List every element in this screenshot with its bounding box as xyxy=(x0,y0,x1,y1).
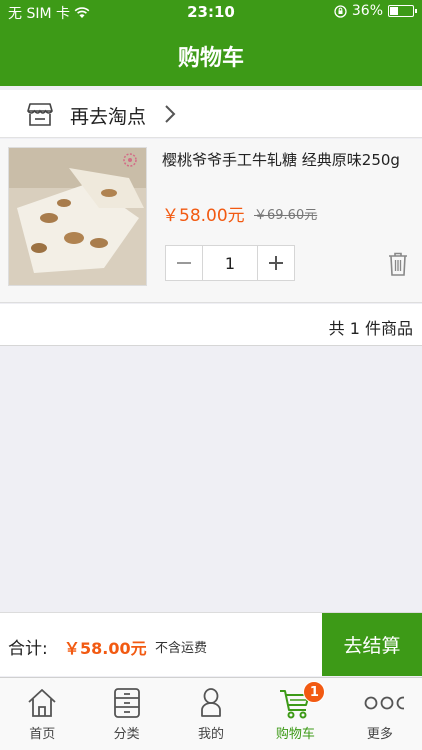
shipping-note: 不含运费 xyxy=(155,641,208,656)
store-icon xyxy=(27,103,53,126)
quantity-stepper: 1 xyxy=(165,245,295,281)
shop-link-label: 再去淘点 xyxy=(70,106,147,128)
category-icon xyxy=(113,688,140,718)
status-bar: 无 SIM 卡 23:10 36% xyxy=(0,0,422,24)
status-right: 36% xyxy=(334,3,417,19)
tab-cart[interactable]: 1 购物车 xyxy=(253,678,337,750)
orientation-lock-icon xyxy=(334,4,347,18)
tab-label-profile: 我的 xyxy=(198,727,225,742)
home-icon xyxy=(28,689,56,717)
item-count-row: 共 1 件商品 xyxy=(0,304,422,346)
battery-percent: 36% xyxy=(351,3,383,19)
tab-more[interactable]: 更多 xyxy=(338,678,422,750)
tab-bar: 首页 分类 我的 1 购物车 更多 xyxy=(0,677,422,750)
page-title: 购物车 xyxy=(177,46,244,71)
battery-icon xyxy=(388,5,417,17)
shop-link-row[interactable]: 再去淘点 xyxy=(0,90,422,138)
product-image[interactable] xyxy=(8,147,147,286)
tab-label-more: 更多 xyxy=(366,727,393,742)
checkout-bar: 合计: ￥58.00元 不含运费 去结算 xyxy=(0,612,422,676)
tab-label-category: 分类 xyxy=(113,727,140,742)
delete-icon[interactable] xyxy=(387,251,409,277)
decrease-button[interactable] xyxy=(166,246,202,280)
product-name[interactable]: 樱桃爷爷手工牛轧糖 经典原味250g xyxy=(162,149,400,170)
total-label: 合计: xyxy=(8,639,48,659)
tab-profile[interactable]: 我的 xyxy=(169,678,253,750)
item-count-text: 共 1 件商品 xyxy=(328,319,413,338)
cart-item: 樱桃爷爷手工牛轧糖 经典原味250g ￥58.00元 ￥69.60元 1 xyxy=(0,139,422,303)
cart-badge: 1 xyxy=(303,681,326,703)
plus-icon xyxy=(269,256,283,270)
more-icon xyxy=(364,696,404,710)
header-bar: 无 SIM 卡 23:10 36% 购物车 xyxy=(0,0,422,86)
original-price: ￥69.60元 xyxy=(254,208,318,223)
increase-button[interactable] xyxy=(258,246,294,280)
checkout-button[interactable]: 去结算 xyxy=(322,613,422,676)
profile-icon xyxy=(201,688,221,717)
minus-icon xyxy=(177,262,191,264)
product-price: ￥58.00元 xyxy=(162,206,245,226)
tab-label-cart: 购物车 xyxy=(275,727,315,742)
tab-category[interactable]: 分类 xyxy=(84,678,168,750)
total-amount: ￥58.00元 xyxy=(64,639,147,658)
chevron-right-icon xyxy=(165,105,176,123)
tab-label-home: 首页 xyxy=(29,727,56,742)
quantity-value[interactable]: 1 xyxy=(202,246,258,280)
tab-home[interactable]: 首页 xyxy=(0,678,84,750)
